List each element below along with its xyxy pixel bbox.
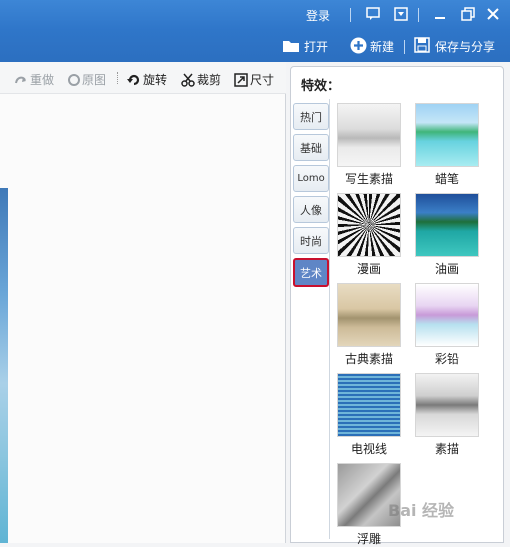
save-icon <box>414 37 430 56</box>
crop-button[interactable]: 裁剪 <box>181 71 221 88</box>
effect-label: 漫画 <box>356 262 381 276</box>
tab-hot[interactable]: 热门 <box>293 103 329 130</box>
tab-art[interactable]: 艺术 <box>293 258 329 287</box>
menu-icon[interactable] <box>394 7 408 24</box>
minimize-icon[interactable] <box>432 7 448 25</box>
restore-icon[interactable] <box>460 7 476 25</box>
effect-label: 古典素描 <box>344 352 393 366</box>
redo-icon <box>15 76 26 83</box>
crop-label: 裁剪 <box>197 73 222 87</box>
watermark: Bai 经验 <box>388 501 455 520</box>
plus-circle-icon <box>350 37 367 57</box>
photo-preview-edge <box>0 188 8 543</box>
effect-oil-painting[interactable]: 油画 <box>414 193 480 277</box>
size-button[interactable]: 尺寸 <box>234 71 274 88</box>
size-label: 尺寸 <box>250 73 275 87</box>
scissors-icon <box>181 73 195 87</box>
effect-color-pencil[interactable]: 彩铅 <box>414 283 480 367</box>
effect-label: 电视线 <box>350 442 387 456</box>
edit-toolbar: 重做 原图 旋转 裁剪 尺寸 <box>0 62 286 94</box>
save-share-button[interactable]: 保存与分享 <box>435 38 495 55</box>
redo-label: 重做 <box>30 73 55 87</box>
divider <box>350 8 351 22</box>
original-label: 原图 <box>82 73 107 87</box>
effect-thumbnail <box>337 283 401 347</box>
close-icon[interactable] <box>485 7 501 25</box>
login-link[interactable]: 登录 <box>306 7 330 24</box>
effect-sketch[interactable]: 写生素描 <box>336 103 402 187</box>
tab-basic[interactable]: 基础 <box>293 134 329 161</box>
effect-thumbnail <box>415 193 479 257</box>
effect-label: 油画 <box>434 262 459 276</box>
title-bar: 登录 <box>0 0 510 30</box>
divider <box>404 40 405 54</box>
tab-fashion[interactable]: 时尚 <box>293 227 329 254</box>
tab-portrait[interactable]: 人像 <box>293 196 329 223</box>
rotate-label: 旋转 <box>143 73 168 87</box>
panel-title: 特效： <box>301 79 341 94</box>
redo-button[interactable]: 重做 <box>14 71 54 88</box>
effect-label: 蜡笔 <box>434 172 459 186</box>
folder-icon <box>282 38 300 56</box>
effects-panel: 特效： 热门 基础 Lomo 人像 时尚 艺术 写生素描 蜡笔 漫画 油画 古典… <box>290 66 504 546</box>
effect-thumbnail <box>337 193 401 257</box>
effect-crayon[interactable]: 蜡笔 <box>414 103 480 187</box>
canvas-area <box>0 62 286 543</box>
effect-thumbnail <box>337 103 401 167</box>
effect-thumbnail <box>415 103 479 167</box>
divider <box>117 72 118 84</box>
effect-thumbnail <box>337 373 401 437</box>
effect-tv-lines[interactable]: 电视线 <box>336 373 402 457</box>
effect-label: 浮雕 <box>356 532 381 546</box>
effect-pencil-sketch[interactable]: 素描 <box>414 373 480 457</box>
message-icon[interactable] <box>366 7 380 24</box>
effect-thumbnail <box>415 373 479 437</box>
effect-label: 彩铅 <box>434 352 459 366</box>
divider <box>418 8 419 22</box>
rotate-button[interactable]: 旋转 <box>127 71 167 88</box>
open-button[interactable]: 打开 <box>304 38 328 55</box>
effect-label: 素描 <box>434 442 459 456</box>
original-button[interactable]: 原图 <box>68 71 106 88</box>
tab-lomo[interactable]: Lomo <box>293 165 329 192</box>
effect-thumbnail <box>415 283 479 347</box>
rotate-icon <box>127 74 140 85</box>
circle-icon <box>68 73 80 86</box>
new-button[interactable]: 新建 <box>370 38 394 55</box>
resize-icon <box>234 72 248 87</box>
effect-comic[interactable]: 漫画 <box>336 193 402 277</box>
effect-classic-sketch[interactable]: 古典素描 <box>336 283 402 367</box>
divider <box>329 99 330 539</box>
main-toolbar: 打开 新建 保存与分享 <box>0 30 510 62</box>
effect-label: 写生素描 <box>344 172 393 186</box>
